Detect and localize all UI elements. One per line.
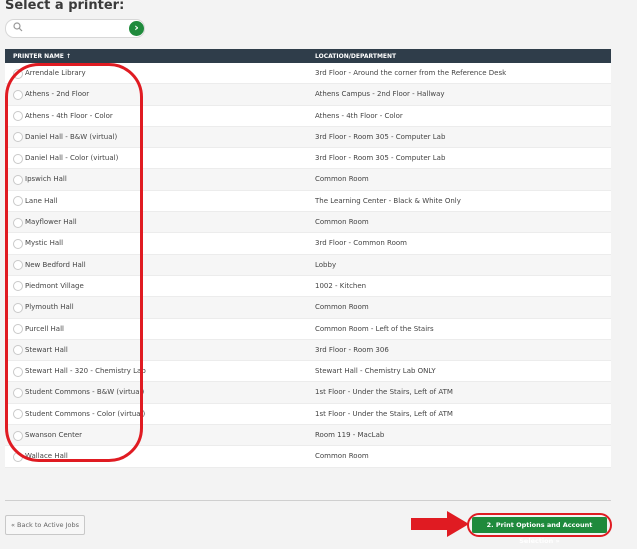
printer-radio[interactable] [13,132,23,143]
table-row[interactable]: Wallace Hall Common Room [5,446,611,468]
print-options-button[interactable]: 2. Print Options and Account Selection » [472,517,607,545]
search-icon [13,22,23,32]
printer-radio[interactable] [13,174,23,185]
printer-radio[interactable] [13,260,23,271]
table-row[interactable]: Athens - 2nd Floor Athens Campus - 2nd Fl… [5,84,611,106]
printer-location: Common Room [315,175,369,184]
printer-location: Room 119 - MacLab [315,431,385,440]
printer-name: Stewart Hall [25,345,68,354]
table-header: PRINTER NAME ↑ LOCATION/DEPARTMENT [5,49,611,63]
printer-name: Piedmont Village [25,281,84,290]
printer-name: Daniel Hall - Color (virtual) [25,154,119,163]
column-header-location[interactable]: LOCATION/DEPARTMENT [315,53,396,60]
printer-location: 3rd Floor - Around the corner from the R… [315,69,507,77]
printer-location: The Learning Center - Black & White Only [315,196,461,205]
column-header-printer-name[interactable]: PRINTER NAME ↑ [13,53,71,60]
printer-name: Stewart Hall - 320 - Chemistry Lab [25,367,146,376]
table-row[interactable]: Arrendale Library 3rd Floor - Around the … [5,63,611,85]
printer-location: 1st Floor - Under the Stairs, Left of AT… [315,409,453,418]
printer-location: Common Room - Left of the Stairs [315,324,434,333]
chevron-right-icon: › [134,21,139,34]
printer-location: Stewart Hall - Chemistry Lab ONLY [315,367,436,376]
table-row[interactable]: Stewart Hall 3rd Floor - Room 306 [5,339,611,362]
printer-name: Student Commons - B&W (virtual) [25,388,145,397]
printer-name: Daniel Hall - B&W (virtual) [25,132,118,141]
printer-name: Purcell Hall [25,324,64,333]
printer-radio[interactable] [13,409,23,420]
table-row[interactable]: Mayflower Hall Common Room [5,212,611,234]
printer-location: Athens - 4th Floor - Color [315,111,403,120]
page-title: Select a printer: [5,0,125,13]
printer-location: Common Room [315,452,369,461]
printer-radio[interactable] [13,302,23,313]
printer-radio[interactable] [13,451,23,462]
search-input[interactable] [28,21,128,35]
table-row[interactable]: Mystic Hall 3rd Floor - Common Room [5,233,611,255]
printer-radio[interactable] [13,196,23,207]
print-options-highlight: 2. Print Options and Account Selection » [467,513,612,545]
table-row[interactable]: New Bedford Hall Lobby [5,254,611,276]
printer-location: Common Room [315,218,369,227]
printer-radio[interactable] [13,281,23,292]
printer-table: PRINTER NAME ↑ LOCATION/DEPARTMENT Arren… [5,49,611,468]
printer-location: 3rd Floor - Room 305 - Computer Lab [315,154,446,163]
printer-name: Plymouth Hall [25,303,74,312]
printer-radio[interactable] [13,89,23,100]
table-row[interactable]: Lane Hall The Learning Center - Black & W… [5,191,611,213]
search-go-button[interactable]: › [129,21,144,36]
table-row[interactable]: Purcell Hall Common Room - Left of the St… [5,319,611,340]
divider [5,500,611,501]
printer-radio[interactable] [13,217,23,228]
table-row[interactable]: Daniel Hall - B&W (virtual) 3rd Floor - R… [5,126,611,149]
printer-name: Arrendale Library [25,69,86,77]
printer-name: Ipswich Hall [25,175,67,184]
printer-radio[interactable] [13,366,23,377]
printer-location: Common Room [315,303,369,312]
table-row[interactable]: Ipswich Hall Common Room [5,169,611,191]
table-row[interactable]: Student Commons - B&W (virtual) 1st Floor… [5,382,611,404]
printer-radio[interactable] [13,324,23,335]
search-box[interactable] [5,19,145,38]
table-row[interactable]: Swanson Center Room 119 - MacLab [5,425,611,447]
arrow-right-icon [411,511,469,537]
printer-name: Athens - 4th Floor - Color [25,111,113,120]
printer-name: Mayflower Hall [25,218,77,227]
printer-location: 3rd Floor - Room 306 [315,345,389,354]
table-row[interactable]: Daniel Hall - Color (virtual) 3rd Floor -… [5,148,611,170]
table-body: Arrendale Library 3rd Floor - Around the … [5,63,611,468]
printer-location: Athens Campus - 2nd Floor - Hallway [315,90,445,99]
printer-name: Mystic Hall [25,239,64,248]
printer-name: Athens - 2nd Floor [25,90,90,99]
printer-radio[interactable] [13,153,23,164]
table-row[interactable]: Student Commons - Color (virtual) 1st Flo… [5,404,611,426]
printer-name: Lane Hall [25,196,58,205]
printer-name: Swanson Center [25,431,83,440]
table-row[interactable]: Athens - 4th Floor - Color Athens - 4th F… [5,106,611,127]
printer-location: 1st Floor - Under the Stairs, Left of AT… [315,388,453,397]
table-row[interactable]: Piedmont Village 1002 - Kitchen [5,276,611,298]
printer-name: Wallace Hall [25,452,68,461]
printer-radio[interactable] [13,345,23,356]
printer-name: Student Commons - Color (virtual) [25,409,146,418]
printer-radio[interactable] [13,430,23,441]
table-row[interactable]: Stewart Hall - 320 - Chemistry Lab Stewar… [5,361,611,383]
printer-radio[interactable] [13,238,23,249]
printer-radio[interactable] [13,111,23,122]
back-to-active-jobs-button[interactable]: « Back to Active Jobs [5,515,85,535]
printer-location: 1002 - Kitchen [315,281,367,290]
table-row[interactable]: Plymouth Hall Common Room [5,297,611,319]
printer-radio[interactable] [13,387,23,398]
printer-name: New Bedford Hall [25,260,86,269]
printer-radio[interactable] [13,68,23,79]
printer-location: Lobby [315,260,337,269]
printer-location: 3rd Floor - Common Room [315,239,407,248]
printer-location: 3rd Floor - Room 305 - Computer Lab [315,132,446,141]
